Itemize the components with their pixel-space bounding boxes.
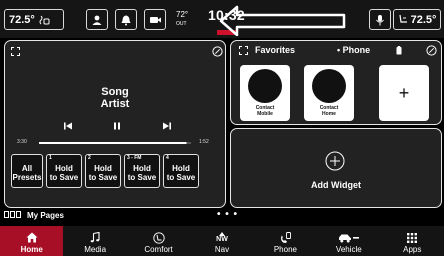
nav-label: Media bbox=[84, 245, 107, 254]
remaining-time: 1:52 bbox=[199, 139, 209, 145]
nav-vehicle[interactable]: Vehicle bbox=[317, 226, 380, 256]
preset-line1: Hold bbox=[94, 163, 112, 173]
preset-line1: All bbox=[21, 163, 33, 173]
nav-navigation[interactable]: NW Nav bbox=[190, 226, 253, 256]
media-widget[interactable]: Song Artist 3:30 1:52 All Presets 1 Hold… bbox=[4, 40, 226, 208]
page-indicator: • • • bbox=[217, 209, 239, 220]
contact-home-tile[interactable]: Contact Home bbox=[304, 65, 354, 121]
voice-command-button[interactable] bbox=[369, 9, 391, 30]
preset-number: 1 bbox=[49, 155, 52, 161]
outside-label: OUT bbox=[176, 21, 187, 27]
nav-media[interactable]: Media bbox=[63, 226, 126, 256]
home-icon bbox=[26, 231, 38, 244]
driver-temp: 72.5° bbox=[9, 13, 35, 26]
driver-profile-icon bbox=[91, 14, 103, 26]
edit-widget-icon[interactable] bbox=[426, 45, 437, 56]
preset-line2: Presets bbox=[12, 172, 42, 182]
car-icon bbox=[338, 231, 360, 244]
preset-button-4[interactable]: 4 Hold to Save bbox=[163, 154, 199, 188]
nav-label: Phone bbox=[273, 245, 297, 254]
preset-line1: Hold bbox=[55, 163, 73, 173]
phone-battery-icon bbox=[396, 46, 402, 55]
passenger-climate-button[interactable]: 72.5° bbox=[393, 9, 441, 30]
preset-line2: to Save bbox=[166, 172, 196, 182]
nav-label: Vehicle bbox=[335, 245, 362, 254]
expand-icon[interactable] bbox=[239, 46, 248, 55]
nav-home[interactable]: Home bbox=[0, 226, 64, 256]
add-widget-panel[interactable]: Add Widget bbox=[230, 128, 442, 208]
add-circle-icon bbox=[325, 151, 345, 171]
nav-phone[interactable]: Phone bbox=[254, 226, 317, 256]
add-favorite-button[interactable]: + bbox=[379, 65, 429, 121]
seat-climate-icon bbox=[152, 231, 165, 244]
contact-mobile-tile[interactable]: Contact Mobile bbox=[240, 65, 290, 121]
compass-heading: NW bbox=[216, 236, 228, 243]
passenger-temp: 72.5° bbox=[410, 13, 437, 26]
bottom-nav: Home Media Comfort NW Nav Phone Vehicle bbox=[0, 226, 444, 256]
contact-avatar bbox=[312, 69, 346, 103]
outside-temp-value: 72° bbox=[176, 10, 189, 19]
preset-line2: to Save bbox=[127, 172, 157, 182]
preset-number: 4 bbox=[166, 155, 169, 161]
preset-number: 3 - FM bbox=[127, 155, 142, 161]
passenger-seat-icon bbox=[398, 14, 408, 25]
all-presets-button[interactable]: All Presets bbox=[11, 154, 43, 188]
nav-label: Home bbox=[20, 245, 43, 254]
phone-icon bbox=[279, 231, 292, 244]
favorites-title: Favorites bbox=[255, 45, 296, 55]
preset-line1: Hold bbox=[133, 163, 151, 173]
preset-button-2[interactable]: 2 Hold to Save bbox=[85, 154, 121, 188]
compass-icon: NW bbox=[216, 231, 228, 244]
progress-bar[interactable] bbox=[39, 142, 191, 144]
status-bar: 72.5° 72° OUT 10:32 72.5° bbox=[0, 0, 444, 38]
edit-widget-icon[interactable] bbox=[212, 46, 223, 57]
my-pages-button[interactable]: My Pages bbox=[4, 211, 64, 220]
contact-avatar bbox=[248, 69, 282, 103]
microphone-icon bbox=[375, 14, 385, 26]
preset-button-3[interactable]: 3 - FM Hold to Save bbox=[124, 154, 160, 188]
elapsed-time: 3:30 bbox=[17, 139, 27, 145]
preset-line1: Hold bbox=[172, 163, 190, 173]
preset-line2: to Save bbox=[88, 172, 118, 182]
preset-button-1[interactable]: 1 Hold to Save bbox=[46, 154, 82, 188]
apps-grid-icon bbox=[407, 231, 418, 244]
driver-climate-button[interactable]: 72.5° bbox=[4, 9, 64, 30]
my-pages-label: My Pages bbox=[27, 211, 64, 220]
callout-arrow-icon bbox=[219, 5, 346, 36]
favorites-source[interactable]: • Phone bbox=[337, 45, 370, 55]
pages-grid-icon bbox=[4, 211, 22, 220]
preset-number: 2 bbox=[88, 155, 91, 161]
previous-track-icon[interactable] bbox=[63, 122, 73, 130]
bell-icon bbox=[120, 14, 132, 26]
favorites-widget[interactable]: Favorites • Phone Contact Mobile Contact… bbox=[230, 40, 442, 125]
driver-profile-button[interactable] bbox=[86, 9, 108, 30]
nav-label: Nav bbox=[214, 245, 230, 254]
pause-icon[interactable] bbox=[113, 122, 121, 130]
next-track-icon[interactable] bbox=[162, 122, 172, 130]
driver-seat-heat-icon bbox=[38, 14, 50, 26]
notifications-button[interactable] bbox=[115, 9, 137, 30]
song-title: Song bbox=[101, 86, 129, 98]
nav-label: Comfort bbox=[144, 245, 173, 254]
nav-apps[interactable]: Apps bbox=[381, 226, 444, 256]
nav-label: Apps bbox=[403, 245, 422, 254]
preset-row: All Presets 1 Hold to Save 2 Hold to Sav… bbox=[11, 154, 199, 188]
music-note-icon bbox=[90, 231, 100, 244]
camera-button[interactable] bbox=[144, 9, 166, 30]
outside-temperature: 72° OUT bbox=[176, 11, 188, 28]
artist-name: Artist bbox=[100, 98, 130, 110]
expand-icon[interactable] bbox=[11, 47, 20, 56]
add-widget-label: Add Widget bbox=[311, 180, 361, 190]
contact-type: Home bbox=[322, 111, 336, 117]
contact-type: Mobile bbox=[257, 111, 273, 117]
plus-icon: + bbox=[398, 82, 410, 103]
nav-comfort[interactable]: Comfort bbox=[127, 226, 190, 256]
camera-icon bbox=[149, 14, 162, 26]
preset-line2: to Save bbox=[49, 172, 79, 182]
